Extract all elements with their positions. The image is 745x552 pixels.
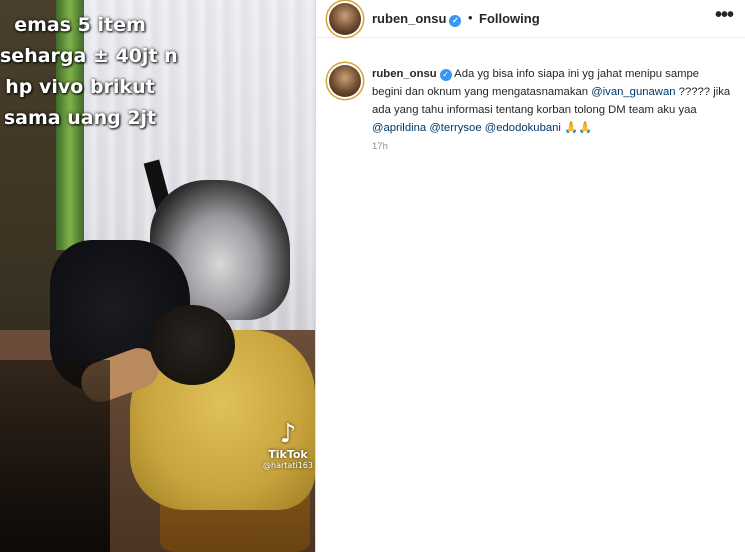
caption-text: ruben_onsu ✓ Ada yg bisa info siapa ini y… (372, 65, 732, 137)
header-username[interactable]: ruben_onsu ✓ (372, 11, 462, 27)
verified-badge-icon: ✓ (439, 69, 452, 81)
avatar[interactable] (329, 65, 361, 97)
mention-link[interactable]: @aprildina (372, 122, 426, 134)
overlay-line: hp vivo brikut (5, 76, 155, 98)
avatar[interactable] (329, 3, 361, 35)
overlay-line: sama uang 2jt (3, 107, 157, 129)
mention-link[interactable]: @terrysoe (429, 122, 481, 134)
media-dark-corner (0, 360, 110, 552)
post-panel: ruben_onsu ✓ • Following ••• ruben_onsu ✓ … (316, 0, 745, 552)
more-options-icon[interactable]: ••• (715, 4, 734, 27)
post-timestamp[interactable]: 17h (372, 141, 388, 152)
tiktok-handle: @hartati163 (263, 461, 313, 470)
verified-badge-icon: ✓ (449, 15, 462, 27)
mention-link[interactable]: @ivan_gunawan (591, 86, 675, 98)
tiktok-note-icon: ♪ (279, 419, 297, 449)
username-text[interactable]: ruben_onsu (372, 11, 446, 26)
following-button[interactable]: Following (479, 11, 540, 26)
video-overlay-caption: emas 5 item seharga ± 40jt n hp vivo bri… (0, 10, 178, 134)
caption-username[interactable]: ruben_onsu (372, 68, 437, 80)
post-header: ruben_onsu ✓ • Following ••• (316, 0, 745, 38)
mention-link[interactable]: @edodokubani (485, 122, 561, 134)
praying-hands-icon: 🙏🙏 (564, 122, 593, 134)
post-media[interactable]: emas 5 item seharga ± 40jt n hp vivo bri… (0, 0, 315, 552)
tiktok-wordmark: TikTok (268, 448, 308, 461)
media-person-head (150, 305, 235, 385)
tiktok-watermark: ♪ TikTok @hartati163 (258, 420, 315, 470)
separator-dot: • (468, 10, 473, 25)
overlay-line: emas 5 item (14, 14, 146, 36)
overlay-line: seharga ± 40jt n (0, 45, 178, 67)
